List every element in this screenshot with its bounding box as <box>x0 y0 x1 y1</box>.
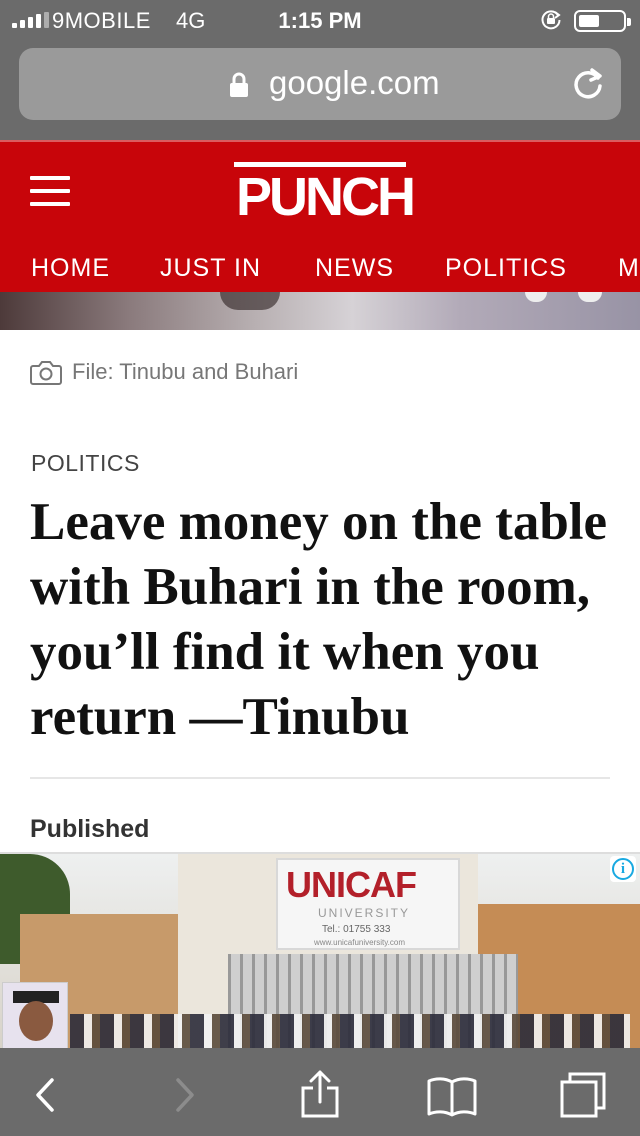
bookmarks-icon[interactable] <box>427 1070 477 1120</box>
ad-website: www.unicafuniversity.com <box>314 938 405 947</box>
nav-politics[interactable]: POLITICS <box>445 254 567 283</box>
share-icon[interactable] <box>295 1070 345 1120</box>
ad-brand-sub: UNIVERSITY <box>318 906 411 920</box>
divider <box>30 777 610 779</box>
reload-icon[interactable] <box>571 66 605 102</box>
image-caption: File: Tinubu and Buhari <box>30 355 298 389</box>
article-headline: Leave money on the table with Buhari in … <box>30 493 608 746</box>
article-category[interactable]: POLITICS <box>31 450 140 477</box>
ad-info-icon[interactable]: i <box>610 856 636 882</box>
url-domain: google.com <box>269 64 440 101</box>
back-icon[interactable] <box>22 1070 72 1120</box>
forward-icon[interactable] <box>158 1070 208 1120</box>
orientation-lock-icon <box>541 10 561 30</box>
ad-sign: UNICAF UNIVERSITY Tel.: 01755 333 www.un… <box>276 858 460 950</box>
battery-icon <box>574 10 631 32</box>
tabs-icon[interactable] <box>558 1070 608 1120</box>
address-bar[interactable]: google.com <box>19 48 621 120</box>
nav-home[interactable]: HOME <box>31 254 110 283</box>
menu-icon[interactable] <box>30 176 70 206</box>
nav-just-in[interactable]: JUST IN <box>160 254 261 283</box>
status-bar: 9MOBILE 4G 1:15 PM <box>0 0 640 40</box>
site-header: PUNCH HOME JUST IN NEWS POLITICS M <box>0 140 640 292</box>
lock-icon <box>230 72 248 97</box>
main-nav: HOME JUST IN NEWS POLITICS M <box>0 250 640 292</box>
advertisement[interactable]: UNICAF UNIVERSITY Tel.: 01755 333 www.un… <box>0 852 640 1048</box>
nav-news[interactable]: NEWS <box>315 254 394 283</box>
article-hero-image <box>0 292 640 330</box>
caption-text: File: Tinubu and Buhari <box>72 359 299 384</box>
ad-phone: Tel.: 01755 333 <box>322 924 391 935</box>
camera-icon <box>30 361 62 385</box>
ad-portrait <box>2 982 68 1048</box>
browser-chrome: 9MOBILE 4G 1:15 PM google.com <box>0 0 640 140</box>
published-label: Published <box>30 815 150 843</box>
nav-more[interactable]: M <box>618 254 640 283</box>
browser-toolbar <box>0 1048 640 1136</box>
ad-brand: UNICAF <box>286 864 417 905</box>
site-logo[interactable]: PUNCH <box>234 162 416 227</box>
